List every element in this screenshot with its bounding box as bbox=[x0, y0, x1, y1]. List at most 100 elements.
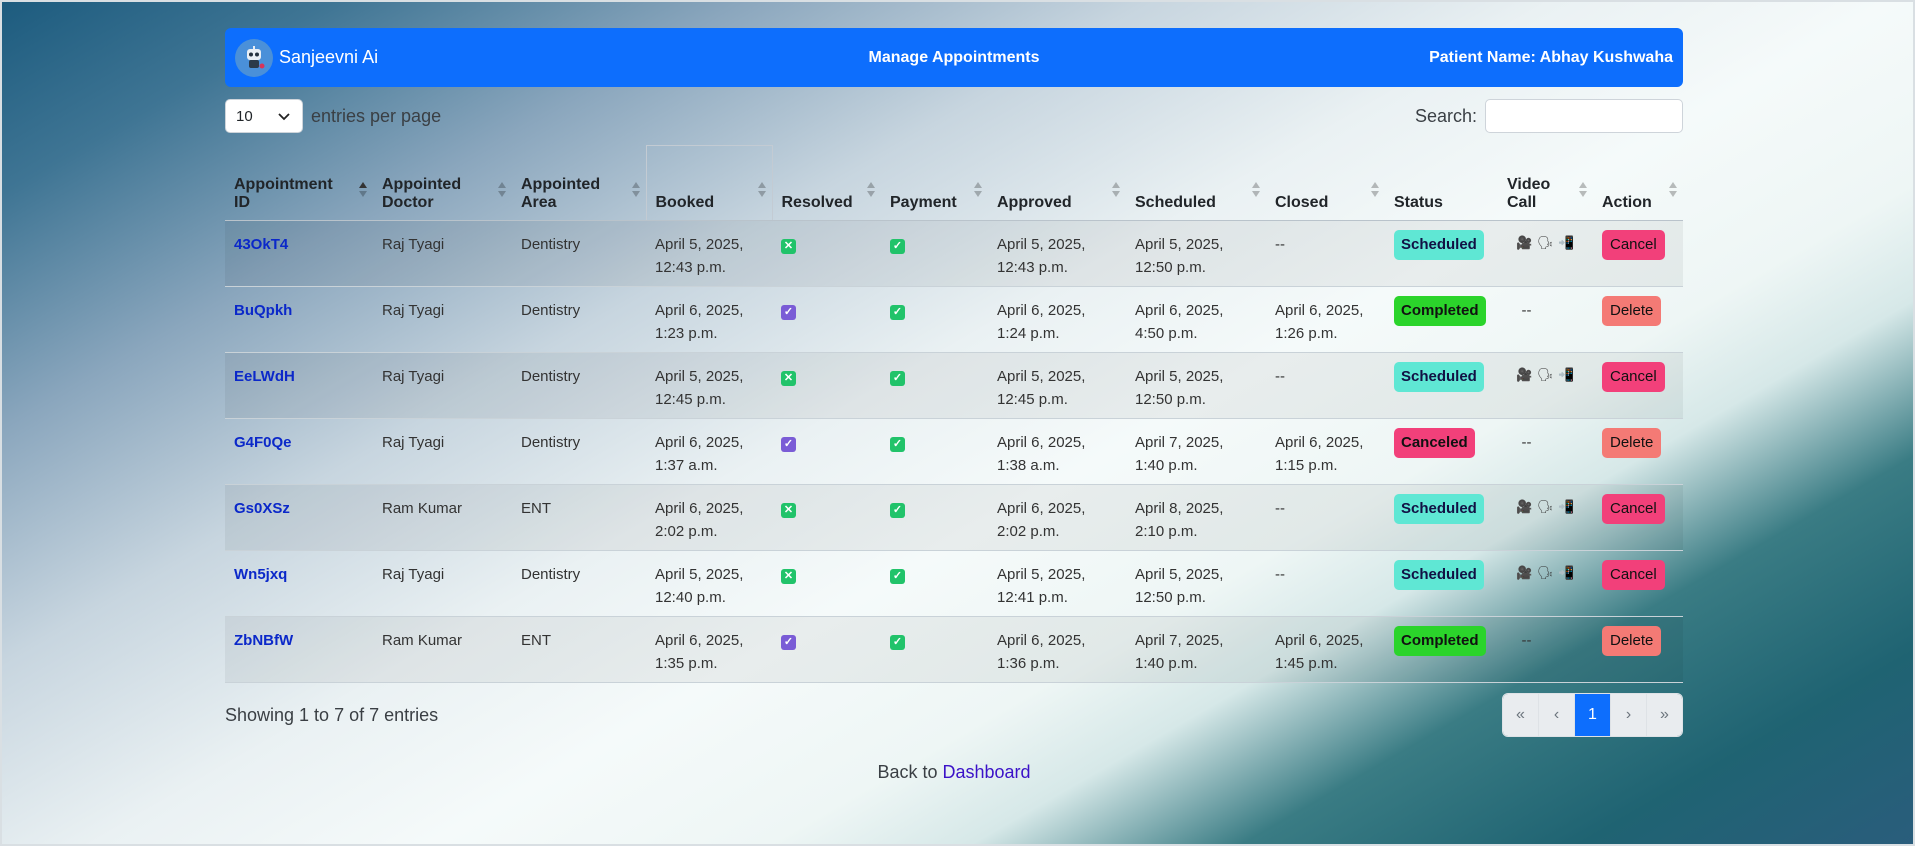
video-camera-icon[interactable]: 🎥 bbox=[1516, 565, 1532, 580]
speaking-head-icon[interactable]: 🗣 bbox=[1537, 235, 1554, 250]
header-appointment-id[interactable]: Appointment ID bbox=[225, 145, 373, 221]
appointments-table: Appointment ID Appointed Doctor Appointed A… bbox=[225, 145, 1683, 683]
doctor-cell: Raj Tyagi bbox=[373, 418, 512, 485]
status-badge: Completed bbox=[1394, 626, 1486, 656]
sort-icon bbox=[1252, 182, 1260, 200]
appointment-id-link[interactable]: G4F0Qe bbox=[234, 434, 292, 451]
cancel-button[interactable]: Cancel bbox=[1602, 230, 1665, 260]
video-camera-icon[interactable]: 🎥 bbox=[1516, 235, 1532, 250]
video-call-empty: -- bbox=[1521, 302, 1532, 319]
scheduled-time: 12:50 p.m. bbox=[1135, 589, 1206, 606]
booked-time: 12:43 p.m. bbox=[655, 259, 726, 276]
main-container: Sanjeevni Ai Manage Appointments Patient… bbox=[225, 28, 1683, 783]
sort-icon bbox=[867, 182, 875, 200]
search-input[interactable] bbox=[1485, 99, 1683, 133]
header-approved[interactable]: Approved bbox=[988, 145, 1126, 221]
header-video-call[interactable]: Video Call bbox=[1498, 145, 1593, 221]
showing-entries-info: Showing 1 to 7 of 7 entries bbox=[225, 704, 439, 725]
resolved-unchecked-icon: ✕ bbox=[781, 503, 796, 518]
status-cell: Scheduled bbox=[1385, 220, 1498, 287]
header-resolved[interactable]: Resolved bbox=[772, 145, 881, 221]
last-page-button[interactable]: » bbox=[1646, 694, 1682, 736]
appointment-id-link[interactable]: EeLWdH bbox=[234, 368, 295, 385]
action-cell: Delete bbox=[1593, 418, 1683, 485]
header-status[interactable]: Status bbox=[1385, 145, 1498, 221]
appointment-id-link[interactable]: Gs0XSz bbox=[234, 500, 290, 517]
approved-cell: April 5, 2025, 12:43 p.m. bbox=[988, 220, 1126, 287]
booked-cell: April 6, 2025, 1:37 a.m. bbox=[646, 418, 772, 485]
closed-cell: April 6, 2025, 1:45 p.m. bbox=[1266, 616, 1385, 683]
approved-time: 1:24 p.m. bbox=[997, 325, 1060, 342]
header-scheduled[interactable]: Scheduled bbox=[1126, 145, 1266, 221]
search-label: Search: bbox=[1414, 105, 1477, 126]
mobile-phone-icon[interactable]: 📲 bbox=[1558, 235, 1574, 250]
appointment-id-link[interactable]: Wn5jxq bbox=[234, 566, 287, 583]
payment-cell: ✓ bbox=[881, 616, 988, 683]
next-page-button[interactable]: › bbox=[1610, 694, 1646, 736]
header-doctor[interactable]: Appointed Doctor bbox=[373, 145, 512, 221]
closed-date: April 6, 2025, bbox=[1275, 302, 1364, 319]
entries-per-page-select[interactable]: 10 bbox=[225, 99, 303, 133]
dashboard-link[interactable]: Dashboard bbox=[942, 762, 1030, 782]
booked-date: April 6, 2025, bbox=[655, 632, 744, 649]
header-area[interactable]: Appointed Area bbox=[512, 145, 646, 221]
header-action[interactable]: Action bbox=[1593, 145, 1683, 221]
first-page-button[interactable]: « bbox=[1503, 694, 1538, 736]
cancel-button[interactable]: Cancel bbox=[1602, 494, 1665, 524]
closed-cell: -- bbox=[1266, 220, 1385, 287]
resolved-checked-icon: ✓ bbox=[781, 305, 796, 320]
sort-icon bbox=[1112, 182, 1120, 200]
table-row: BuQpkh Raj Tyagi Dentistry April 6, 2025… bbox=[225, 286, 1683, 353]
cancel-button[interactable]: Cancel bbox=[1602, 362, 1665, 392]
speaking-head-icon[interactable]: 🗣 bbox=[1537, 499, 1554, 514]
approved-time: 1:38 a.m. bbox=[997, 457, 1060, 474]
mobile-phone-icon[interactable]: 📲 bbox=[1558, 367, 1574, 382]
action-cell: Cancel bbox=[1593, 352, 1683, 419]
closed-cell: -- bbox=[1266, 352, 1385, 419]
delete-button[interactable]: Delete bbox=[1602, 296, 1662, 326]
scheduled-date: April 7, 2025, bbox=[1135, 632, 1224, 649]
scheduled-time: 1:40 p.m. bbox=[1135, 655, 1198, 672]
header-closed[interactable]: Closed bbox=[1266, 145, 1385, 221]
page-1-button[interactable]: 1 bbox=[1574, 694, 1610, 736]
resolved-cell: ✕ bbox=[772, 352, 881, 419]
cancel-button[interactable]: Cancel bbox=[1602, 560, 1665, 590]
payment-cell: ✓ bbox=[881, 220, 988, 287]
approved-date: April 6, 2025, bbox=[997, 302, 1086, 319]
closed-cell: April 6, 2025, 1:15 p.m. bbox=[1266, 418, 1385, 485]
table-row: G4F0Qe Raj Tyagi Dentistry April 6, 2025… bbox=[225, 418, 1683, 485]
area-cell: ENT bbox=[512, 484, 646, 551]
prev-page-button[interactable]: ‹ bbox=[1538, 694, 1574, 736]
appointment-id-link[interactable]: 43OkT4 bbox=[234, 236, 288, 253]
approved-time: 12:41 p.m. bbox=[997, 589, 1068, 606]
speaking-head-icon[interactable]: 🗣 bbox=[1537, 367, 1554, 382]
delete-button[interactable]: Delete bbox=[1602, 626, 1662, 656]
approved-cell: April 6, 2025, 2:02 p.m. bbox=[988, 484, 1126, 551]
header-booked[interactable]: Booked bbox=[645, 145, 773, 221]
video-camera-icon[interactable]: 🎥 bbox=[1516, 367, 1532, 382]
video-call-cell: 🎥 🗣 📲 bbox=[1498, 352, 1593, 419]
resolved-unchecked-icon: ✕ bbox=[781, 569, 796, 584]
speaking-head-icon[interactable]: 🗣 bbox=[1537, 565, 1554, 580]
status-cell: Scheduled bbox=[1385, 484, 1498, 551]
resolved-checked-icon: ✓ bbox=[781, 437, 796, 452]
video-camera-icon[interactable]: 🎥 bbox=[1516, 499, 1532, 514]
pagination: «‹ 1 ›» bbox=[1502, 693, 1683, 737]
doctor-cell: Ram Kumar bbox=[373, 484, 512, 551]
scheduled-cell: April 5, 2025, 12:50 p.m. bbox=[1126, 220, 1266, 287]
payment-checked-icon: ✓ bbox=[890, 503, 905, 518]
header-payment[interactable]: Payment bbox=[881, 145, 988, 221]
mobile-phone-icon[interactable]: 📲 bbox=[1558, 499, 1574, 514]
appointment-id-link[interactable]: BuQpkh bbox=[234, 302, 292, 319]
sort-icon bbox=[498, 182, 506, 200]
scheduled-date: April 7, 2025, bbox=[1135, 434, 1224, 451]
scheduled-time: 12:50 p.m. bbox=[1135, 391, 1206, 408]
delete-button[interactable]: Delete bbox=[1602, 428, 1662, 458]
booked-cell: April 5, 2025, 12:43 p.m. bbox=[646, 220, 772, 287]
appointment-id-link[interactable]: ZbNBfW bbox=[234, 632, 293, 649]
booked-date: April 6, 2025, bbox=[655, 500, 744, 517]
brand[interactable]: Sanjeevni Ai bbox=[235, 38, 378, 77]
resolved-checked-icon: ✓ bbox=[781, 635, 796, 650]
mobile-phone-icon[interactable]: 📲 bbox=[1558, 565, 1574, 580]
video-call-cell: 🎥 🗣 📲 bbox=[1498, 220, 1593, 287]
